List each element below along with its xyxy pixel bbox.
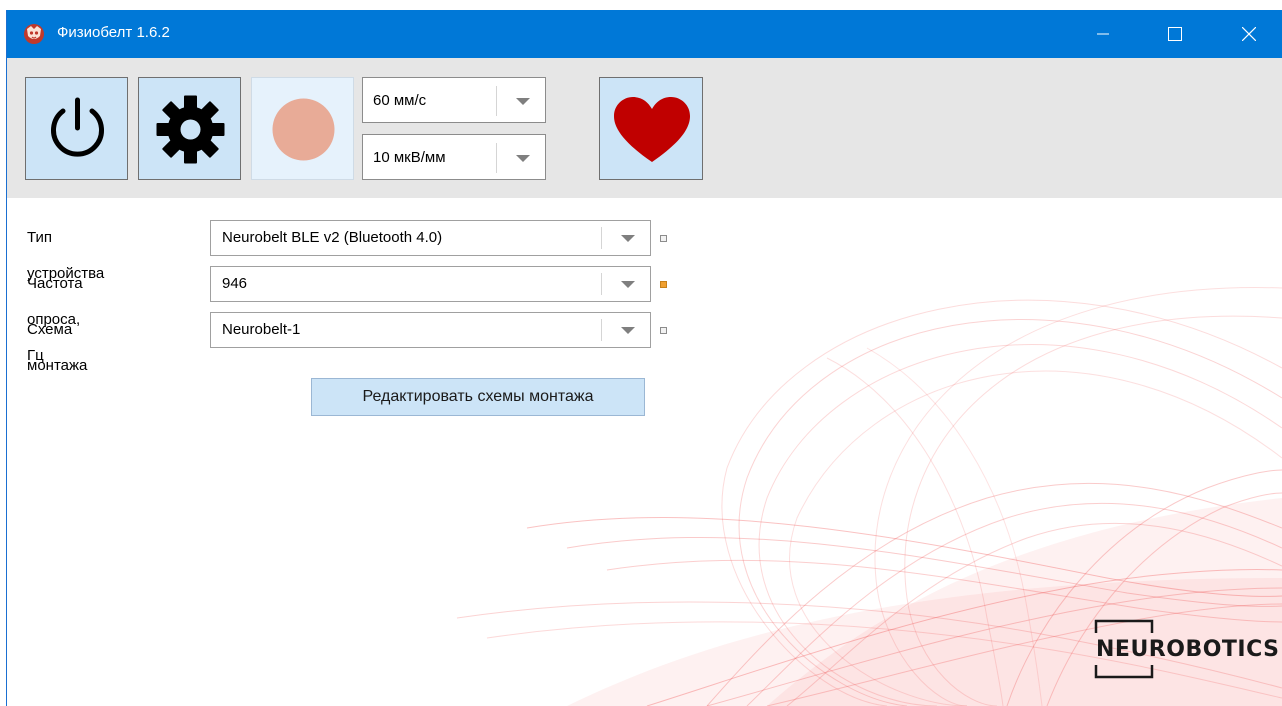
heart-rate-button[interactable] xyxy=(599,77,703,180)
sample-rate-value: 946 xyxy=(222,275,248,292)
chevron-down-icon[interactable] xyxy=(516,155,530,162)
sweep-speed-value: 60 мм/с xyxy=(373,92,427,109)
select-separator xyxy=(601,227,602,249)
app-logo-icon xyxy=(23,23,45,45)
montage-status-indicator xyxy=(660,327,667,334)
select-separator xyxy=(601,273,602,295)
close-button[interactable] xyxy=(1219,10,1279,58)
chevron-down-icon[interactable] xyxy=(621,281,635,288)
app-window: Физиобелт 1.6.2 60 мм/с 10 мкВ/мм Тип ус… xyxy=(0,0,1282,706)
sample-rate-select[interactable]: 946 xyxy=(210,266,651,302)
toolbar: 60 мм/с 10 мкВ/мм xyxy=(7,58,1282,198)
chevron-down-icon[interactable] xyxy=(621,235,635,242)
record-icon xyxy=(272,98,335,161)
minimize-icon xyxy=(1097,33,1109,35)
window-title: Физиобелт 1.6.2 xyxy=(57,24,170,41)
maximize-button[interactable] xyxy=(1145,10,1205,58)
settings-button[interactable] xyxy=(138,77,241,180)
title-bar[interactable]: Физиобелт 1.6.2 xyxy=(7,10,1282,58)
close-icon xyxy=(1242,27,1256,41)
power-button[interactable] xyxy=(25,77,128,180)
chevron-down-icon[interactable] xyxy=(621,327,635,334)
device-type-select[interactable]: Neurobelt BLE v2 (Bluetooth 4.0) xyxy=(210,220,651,256)
device-type-status-indicator xyxy=(660,235,667,242)
select-separator xyxy=(601,319,602,341)
power-icon xyxy=(51,97,104,157)
montage-value: Neurobelt-1 xyxy=(222,321,301,338)
minimize-button[interactable] xyxy=(1073,10,1133,58)
logo-text: NEUROBOTICS xyxy=(1096,637,1280,662)
montage-select[interactable]: Neurobelt-1 xyxy=(210,312,651,348)
sweep-speed-select[interactable]: 60 мм/с xyxy=(362,77,546,123)
record-button[interactable] xyxy=(251,77,354,180)
select-separator xyxy=(496,86,497,116)
gain-value: 10 мкВ/мм xyxy=(373,149,446,166)
heart-icon xyxy=(614,97,690,162)
select-separator xyxy=(496,143,497,173)
edit-montage-button[interactable]: Редактировать схемы монтажа xyxy=(311,378,645,416)
maximize-icon xyxy=(1168,27,1182,41)
gain-select[interactable]: 10 мкВ/мм xyxy=(362,134,546,180)
sample-rate-status-indicator xyxy=(660,281,667,288)
gear-icon xyxy=(156,95,225,164)
chevron-down-icon[interactable] xyxy=(516,98,530,105)
device-type-value: Neurobelt BLE v2 (Bluetooth 4.0) xyxy=(222,229,443,246)
montage-label: Схема монтажа xyxy=(27,321,88,374)
settings-panel: Тип устройства Neurobelt BLE v2 (Bluetoo… xyxy=(7,198,1282,706)
neurobotics-logo: NEUROBOTICS xyxy=(1082,613,1279,683)
